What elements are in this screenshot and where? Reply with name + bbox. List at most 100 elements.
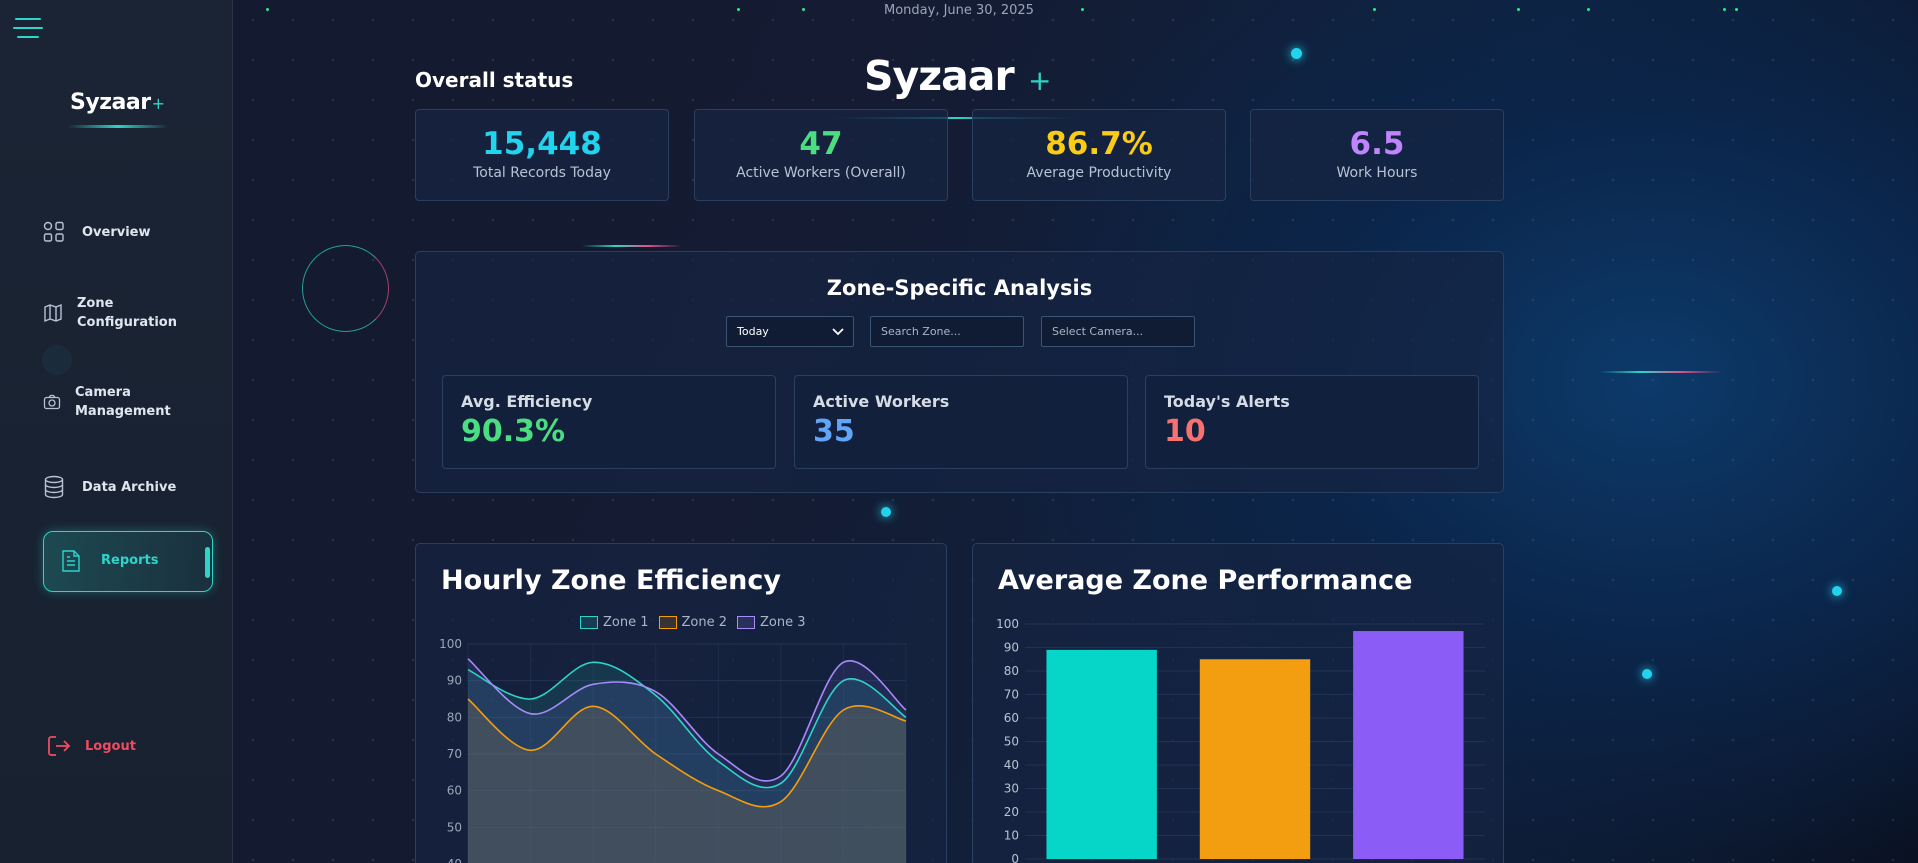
metric-label: Avg. Efficiency xyxy=(461,392,593,411)
glow-dot xyxy=(881,507,891,517)
camera-select-input[interactable]: Select Camera... xyxy=(1041,316,1195,347)
map-icon xyxy=(44,303,62,323)
sidebar-item-reports[interactable]: Reports xyxy=(43,531,213,592)
logout-label: Logout xyxy=(85,738,136,754)
sidebar-item-label: Camera Management xyxy=(75,385,171,419)
grid-icon xyxy=(43,221,64,242)
y-tick-label: 90 xyxy=(447,674,462,688)
stat-card-work-hours: 6.5 Work Hours xyxy=(1250,109,1504,201)
metric-value: 90.3% xyxy=(461,414,566,449)
logout-icon xyxy=(48,736,71,756)
y-tick-label: 70 xyxy=(447,747,462,761)
metric-label: Today's Alerts xyxy=(1164,392,1290,411)
y-tick-label: 50 xyxy=(1004,735,1019,749)
spark-line xyxy=(582,245,682,247)
chart-title: Average Zone Performance xyxy=(998,565,1413,596)
star-decoration xyxy=(1373,8,1376,11)
y-tick-label: 10 xyxy=(1004,829,1019,843)
y-tick-label: 60 xyxy=(447,784,462,798)
legend-label: Zone 3 xyxy=(760,615,806,630)
y-tick-label: 50 xyxy=(447,820,462,834)
y-tick-label: 80 xyxy=(447,710,462,724)
stat-label: Work Hours xyxy=(1336,165,1418,181)
star-decoration xyxy=(802,8,805,11)
sidebar-item-zone-configuration[interactable]: Zone Configuration xyxy=(43,294,183,332)
zone-analysis-panel: Zone-Specific Analysis Today Search Zone… xyxy=(415,251,1504,493)
spark-line xyxy=(1600,371,1722,373)
hourly-efficiency-chart: 100 90 80 70 60 50 40 xyxy=(439,637,907,863)
glow-dot xyxy=(1832,586,1842,596)
average-performance-panel: Average Zone Performance 100 90 80 70 60 50 40… xyxy=(972,543,1504,863)
sidebar-item-label: Zone Configuration xyxy=(77,296,177,330)
y-tick-label: 80 xyxy=(1004,664,1019,678)
logout-button[interactable]: Logout xyxy=(47,735,136,757)
y-tick-label: 0 xyxy=(1011,852,1019,863)
report-icon xyxy=(62,550,80,572)
stat-value: 47 xyxy=(799,126,843,162)
legend-label: Zone 1 xyxy=(603,615,649,630)
camera-select-placeholder: Select Camera... xyxy=(1052,325,1144,338)
bar[interactable] xyxy=(1353,631,1464,859)
chevron-down-icon xyxy=(832,328,844,336)
stat-label: Average Productivity xyxy=(1026,165,1172,181)
y-tick-label: 30 xyxy=(1004,782,1019,796)
stat-value: 6.5 xyxy=(1349,126,1405,162)
y-tick-label: 20 xyxy=(1004,805,1019,819)
star-decoration xyxy=(1587,8,1590,11)
star-decoration xyxy=(737,8,740,11)
metric-card-todays-alerts: Today's Alerts 10 xyxy=(1145,375,1479,469)
brand-logo: Syzaar+ xyxy=(50,90,185,128)
stat-card-active-workers: 47 Active Workers (Overall) xyxy=(694,109,948,201)
stat-card-average-productivity: 86.7% Average Productivity xyxy=(972,109,1226,201)
stat-label: Active Workers (Overall) xyxy=(736,165,906,181)
page-brand-plus: + xyxy=(1028,64,1052,97)
legend-item-zone-3[interactable]: Zone 3 xyxy=(737,615,806,630)
star-decoration xyxy=(1723,8,1726,11)
zone-search-placeholder: Search Zone... xyxy=(881,325,961,338)
legend-item-zone-1[interactable]: Zone 1 xyxy=(580,615,649,630)
y-tick-label: 90 xyxy=(1004,641,1019,655)
bar[interactable] xyxy=(1046,649,1157,859)
y-tick-label: 40 xyxy=(1004,758,1019,772)
decorative-ring xyxy=(302,245,389,332)
bar[interactable] xyxy=(1199,659,1311,859)
chart-legend: Zone 1 Zone 2 Zone 3 xyxy=(580,615,806,630)
sidebar-item-overview[interactable]: Overview xyxy=(43,221,151,243)
metric-value: 35 xyxy=(813,414,855,449)
star-decoration xyxy=(1517,8,1520,11)
date-label: Monday, June 30, 2025 xyxy=(884,3,1034,18)
metric-label: Active Workers xyxy=(813,392,950,411)
camera-icon xyxy=(43,394,61,410)
zone-search-input[interactable]: Search Zone... xyxy=(870,316,1024,347)
zone-analysis-title: Zone-Specific Analysis xyxy=(826,276,1093,300)
legend-item-zone-2[interactable]: Zone 2 xyxy=(658,615,727,630)
sidebar-item-data-archive[interactable]: Data Archive xyxy=(43,475,176,499)
period-select[interactable]: Today xyxy=(726,316,854,347)
y-tick-label: 40 xyxy=(447,857,462,863)
glow-dot xyxy=(1642,669,1652,679)
stat-label: Total Records Today xyxy=(473,165,611,181)
stat-value: 15,448 xyxy=(482,126,602,162)
brand-plus: + xyxy=(151,94,165,113)
logo-underline xyxy=(67,125,168,128)
sidebar-item-label: Overview xyxy=(82,224,151,240)
y-tick-label: 100 xyxy=(996,617,1019,631)
sidebar-item-camera-management[interactable]: Camera Management xyxy=(43,383,183,421)
chart-title: Hourly Zone Efficiency xyxy=(441,565,781,596)
menu-icon[interactable] xyxy=(13,16,43,40)
period-select-value: Today xyxy=(737,325,769,338)
stat-value: 86.7% xyxy=(1045,126,1153,162)
overall-status-title: Overall status xyxy=(415,68,574,92)
sidebar-item-label: Data Archive xyxy=(82,479,177,495)
glow-decoration xyxy=(42,345,72,375)
average-performance-chart: 1009080706050403020100 xyxy=(996,617,1485,863)
metric-card-avg-efficiency: Avg. Efficiency 90.3% xyxy=(442,375,776,469)
sidebar: Syzaar+ Overview Zone Configuration Came… xyxy=(0,0,233,863)
y-tick-label: 100 xyxy=(439,637,462,651)
star-decoration xyxy=(1081,8,1084,11)
star-decoration xyxy=(1735,8,1738,11)
y-tick-label: 60 xyxy=(1004,711,1019,725)
metric-value: 10 xyxy=(1164,414,1206,449)
stat-card-total-records: 15,448 Total Records Today xyxy=(415,109,669,201)
sidebar-item-label: Reports xyxy=(101,553,159,568)
